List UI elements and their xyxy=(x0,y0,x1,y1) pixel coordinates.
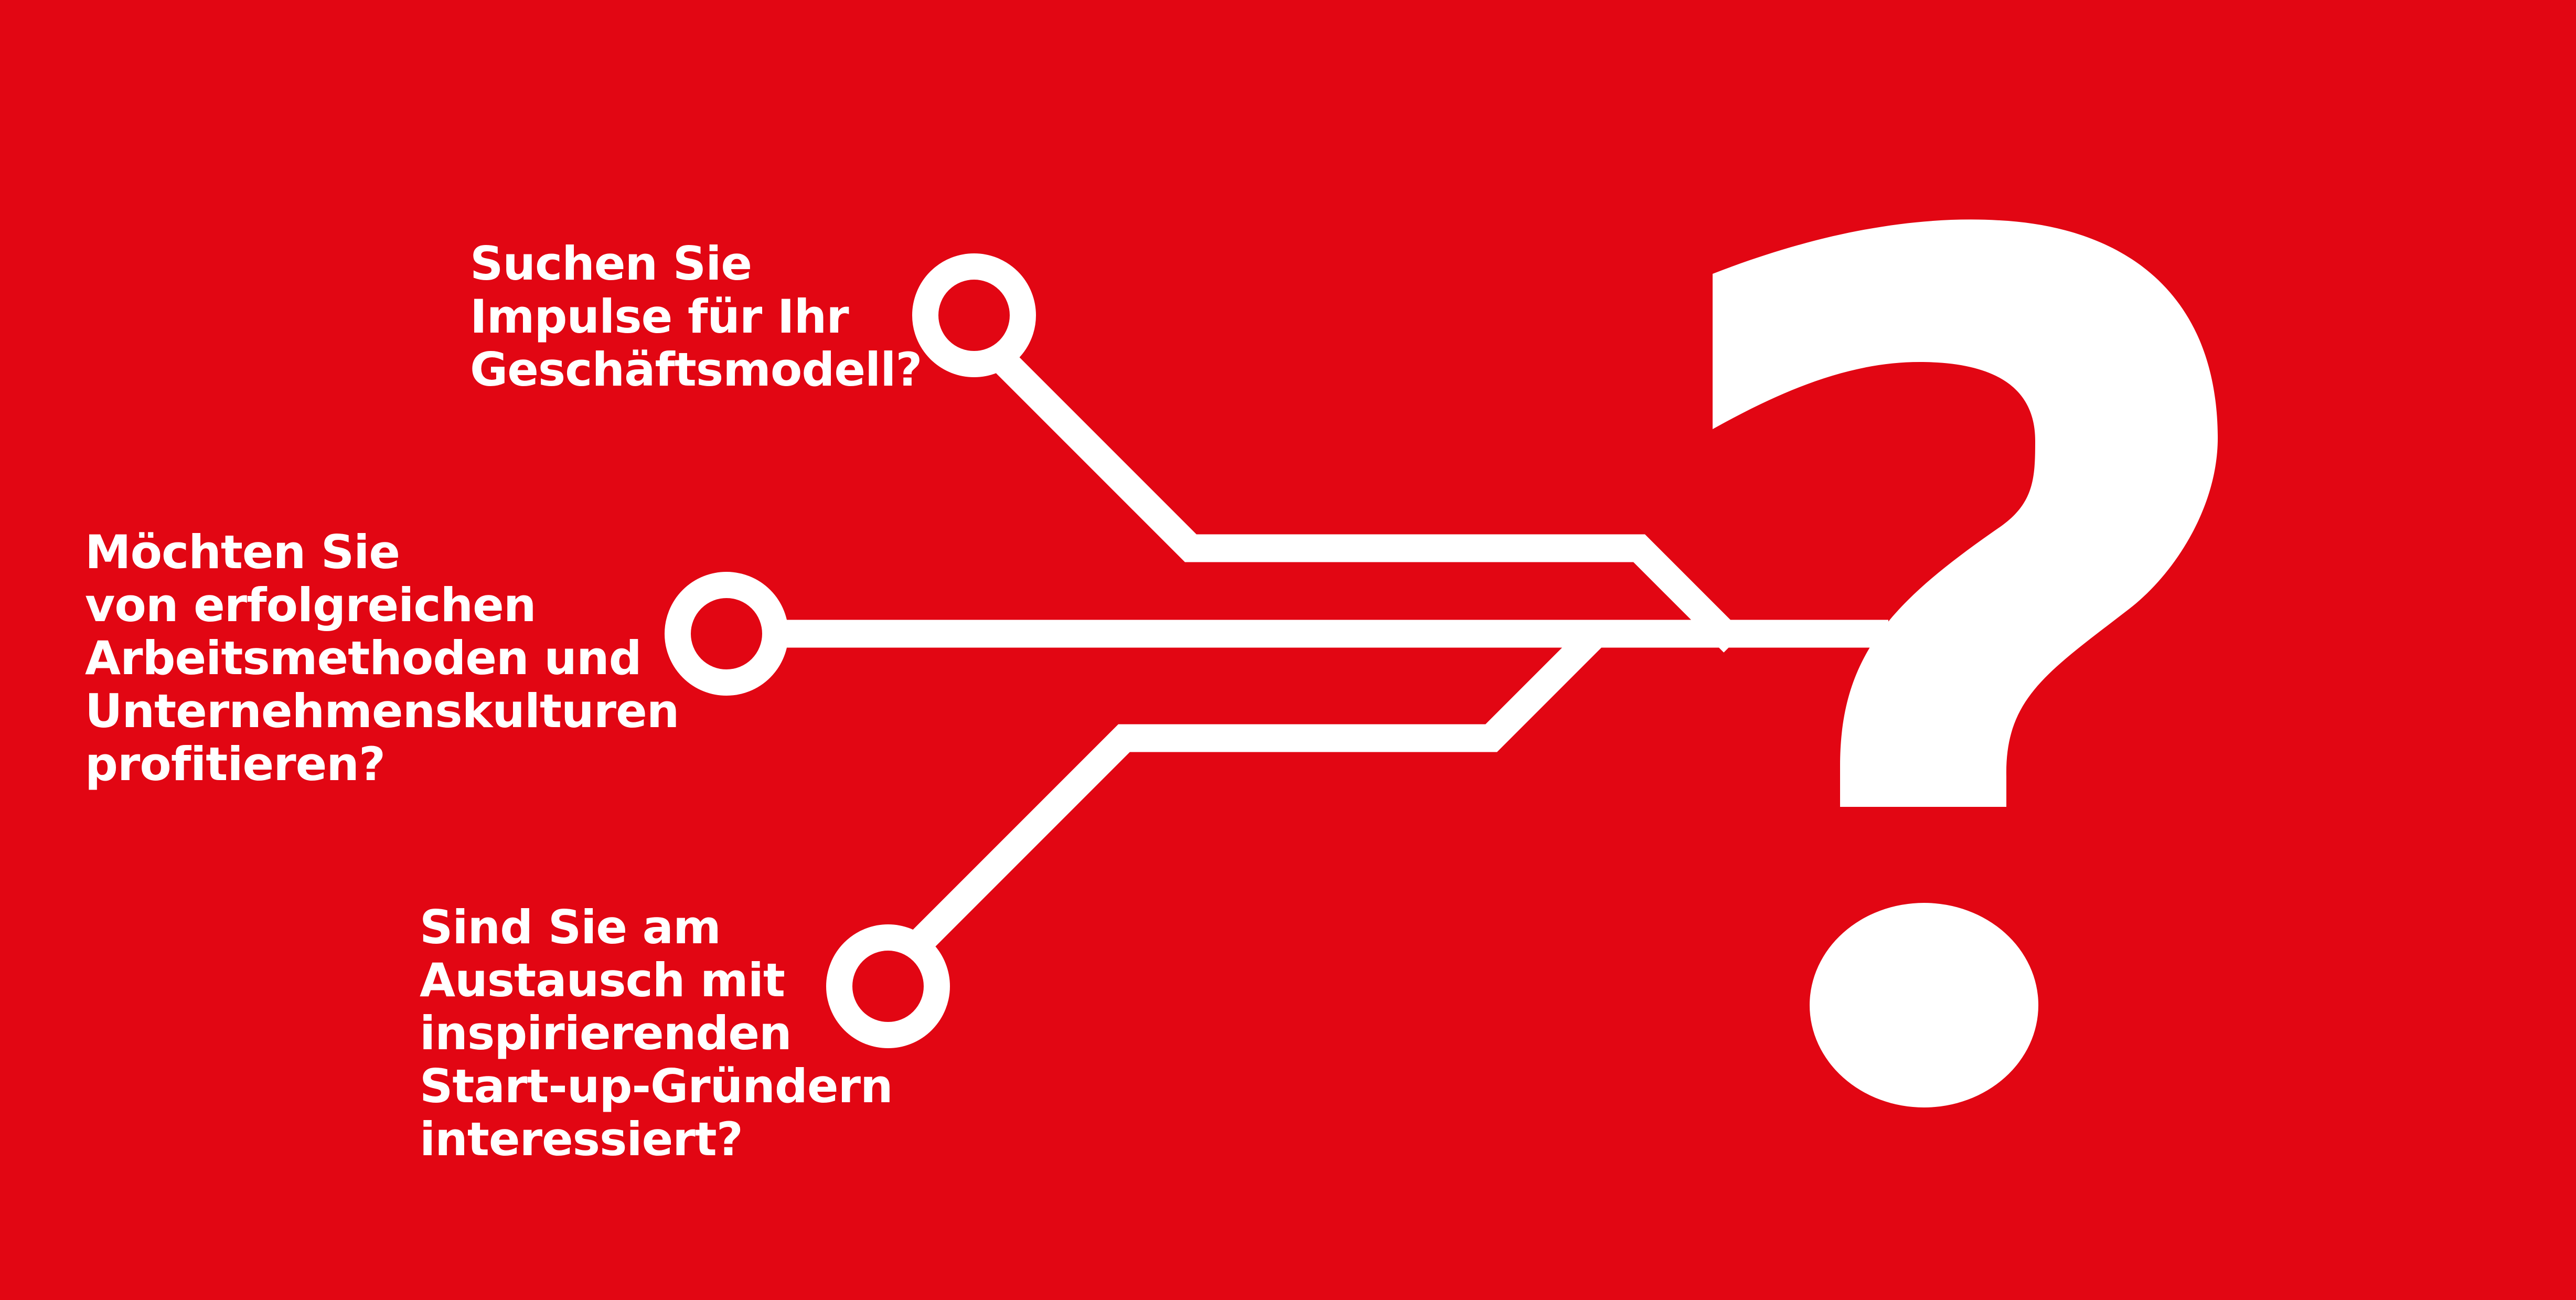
question-mark-icon xyxy=(1713,219,2218,1107)
question-work-methods: Möchten Sie von erfolgreichen Arbeitsmet… xyxy=(85,526,679,791)
question-line: Geschäftsmodell? xyxy=(470,343,922,397)
question-line: Austausch mit xyxy=(420,953,785,1007)
question-line: von erfolgreichen xyxy=(85,578,536,632)
circuit-lines-icon xyxy=(763,347,1888,958)
question-line: Arbeitsmethoden und xyxy=(85,631,642,685)
question-startup-exchange: Sind Sie am Austausch mit inspirierenden… xyxy=(420,901,893,1166)
question-line: Möchten Sie xyxy=(85,525,400,579)
middle-node-icon xyxy=(665,572,788,696)
question-line: inspirierenden xyxy=(420,1006,792,1060)
question-line: Start-up-Gründern xyxy=(420,1059,893,1113)
question-line: interessiert? xyxy=(420,1112,743,1166)
question-business-model: Suchen Sie Impulse für Ihr Geschäftsmode… xyxy=(470,237,922,396)
question-mark-dot xyxy=(1810,903,2038,1107)
question-mark-hook xyxy=(1713,219,2218,807)
question-line: Unternehmenskulturen xyxy=(85,684,679,738)
top-circuit-line xyxy=(990,347,1744,653)
question-line: profitieren? xyxy=(85,737,386,791)
question-line: Impulse für Ihr xyxy=(470,290,849,344)
bottom-circuit-line xyxy=(904,627,1602,958)
question-line: Sind Sie am xyxy=(420,900,721,954)
question-line: Suchen Sie xyxy=(470,237,752,291)
top-node-icon xyxy=(912,253,1036,377)
